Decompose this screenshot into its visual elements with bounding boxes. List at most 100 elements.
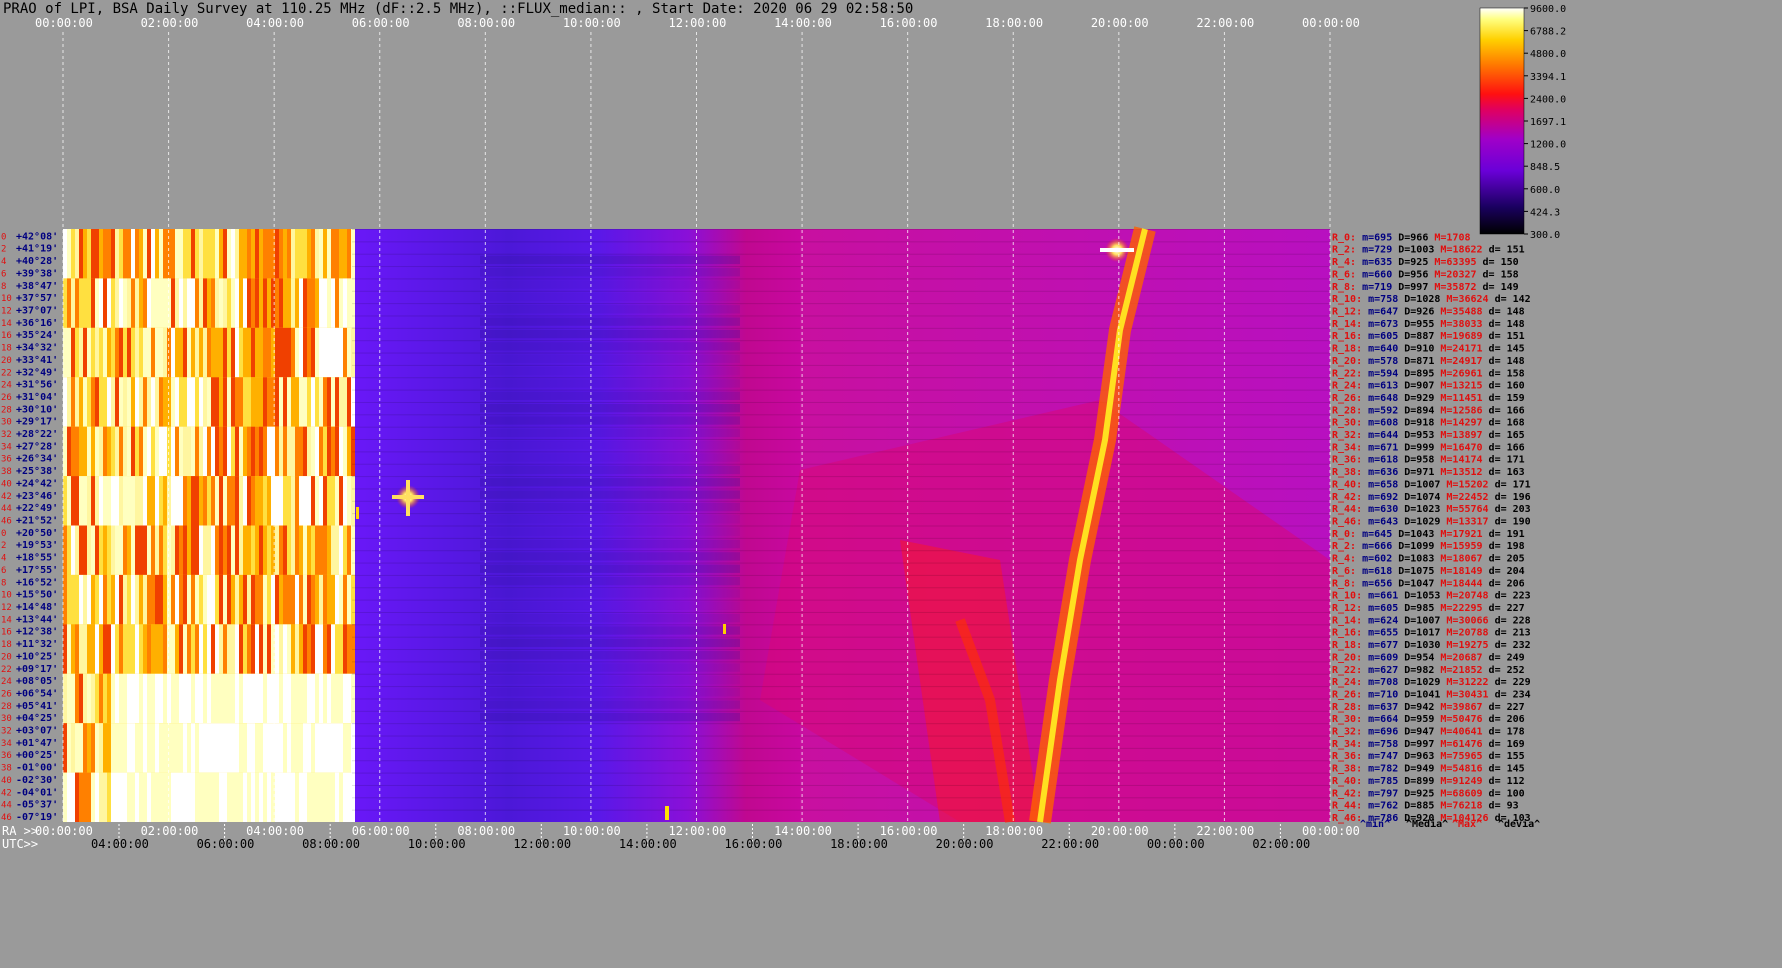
hot-streak bbox=[235, 327, 239, 378]
hot-streak bbox=[211, 327, 215, 378]
hot-streak bbox=[295, 574, 299, 625]
top-axis-tick: 10:00:00 bbox=[563, 16, 621, 30]
hot-streak bbox=[139, 624, 143, 674]
declination-label: -07°19' bbox=[16, 812, 58, 823]
hot-streak bbox=[83, 525, 87, 575]
hot-streak bbox=[135, 673, 139, 724]
hot-streak bbox=[339, 278, 343, 328]
declination-label: +14°48' bbox=[16, 602, 58, 613]
hot-streak bbox=[287, 574, 291, 625]
hot-streak bbox=[183, 476, 187, 526]
utc-axis-tick: 04:00:00 bbox=[91, 837, 149, 851]
hot-streak bbox=[163, 476, 167, 526]
declination-label: +03°07' bbox=[16, 726, 58, 737]
hot-streak bbox=[103, 476, 107, 526]
hot-streak bbox=[95, 673, 99, 724]
hot-streak bbox=[207, 673, 211, 724]
hot-streak bbox=[99, 723, 103, 773]
row-stat: R_44: m=762 D=885 M=76218 d= 93 bbox=[1332, 801, 1519, 812]
hot-streak bbox=[283, 525, 287, 575]
hot-streak bbox=[259, 723, 263, 773]
hot-streak bbox=[175, 229, 179, 279]
hot-streak bbox=[167, 624, 171, 674]
dark-patch bbox=[480, 428, 740, 438]
hot-streak bbox=[163, 377, 167, 427]
hot-streak bbox=[207, 624, 211, 674]
hot-streak bbox=[227, 229, 231, 279]
hot-streak bbox=[295, 624, 299, 674]
hot-streak bbox=[243, 723, 247, 773]
hot-streak bbox=[335, 574, 339, 625]
declination-label: +11°32' bbox=[16, 639, 58, 650]
hot-streak bbox=[243, 772, 247, 822]
hot-streak bbox=[223, 278, 227, 328]
hot-streak bbox=[299, 624, 303, 674]
hot-streak bbox=[183, 772, 187, 822]
hot-streak bbox=[211, 772, 215, 822]
hot-streak bbox=[243, 673, 247, 724]
hot-streak bbox=[159, 278, 163, 328]
hot-streak bbox=[251, 772, 255, 822]
declination-label: +29°17' bbox=[16, 417, 58, 428]
hot-streak bbox=[307, 327, 311, 378]
hot-streak bbox=[347, 426, 351, 477]
declination-label: +38°47' bbox=[16, 281, 58, 292]
hot-streak bbox=[287, 772, 291, 822]
hot-streak bbox=[319, 377, 323, 427]
hot-streak bbox=[159, 229, 163, 279]
hot-streak bbox=[95, 772, 99, 822]
hot-streak bbox=[175, 673, 179, 724]
hot-streak bbox=[347, 377, 351, 427]
hot-streak bbox=[223, 772, 227, 822]
colorbar-label: 848.5 bbox=[1530, 162, 1560, 173]
hot-streak bbox=[239, 229, 243, 279]
hot-streak bbox=[75, 673, 79, 724]
row-index: 14 bbox=[1, 319, 12, 329]
row-stat: R_34: m=671 D=999 M=16470 d= 166 bbox=[1332, 442, 1525, 453]
hot-streak bbox=[299, 278, 303, 328]
hot-streak bbox=[111, 723, 115, 773]
dark-patch bbox=[480, 403, 740, 413]
hot-streak bbox=[267, 229, 271, 279]
hot-streak bbox=[131, 377, 135, 427]
dark-patch bbox=[480, 712, 740, 722]
declination-label: +24°42' bbox=[16, 478, 58, 489]
row-index: 34 bbox=[1, 739, 12, 749]
row-band bbox=[352, 303, 1330, 305]
hot-streak bbox=[323, 624, 327, 674]
hot-streak bbox=[111, 278, 115, 328]
hot-streak bbox=[279, 673, 283, 724]
hot-streak bbox=[319, 229, 323, 279]
row-band bbox=[352, 266, 1330, 268]
hot-streak bbox=[211, 426, 215, 477]
hot-streak bbox=[279, 229, 283, 279]
dark-patch bbox=[480, 329, 740, 339]
hot-streak bbox=[199, 278, 203, 328]
hot-streak bbox=[207, 229, 211, 279]
hot-streak bbox=[91, 377, 95, 427]
row-stat: R_20: m=609 D=954 M=20687 d= 249 bbox=[1332, 652, 1525, 663]
dark-patch bbox=[480, 342, 740, 351]
hot-streak bbox=[115, 426, 119, 477]
hot-streak bbox=[275, 377, 279, 427]
row-index: 28 bbox=[1, 405, 12, 415]
hot-streak bbox=[91, 229, 95, 279]
hot-streak bbox=[195, 327, 199, 378]
dark-patch bbox=[480, 601, 740, 610]
hot-streak bbox=[343, 476, 347, 526]
hot-streak bbox=[155, 426, 159, 477]
hot-streak bbox=[127, 229, 131, 279]
hot-streak bbox=[247, 377, 251, 427]
colorbar-label: 4800.0 bbox=[1530, 49, 1566, 60]
hot-streak bbox=[103, 426, 107, 477]
hot-streak bbox=[275, 723, 279, 773]
hot-streak bbox=[335, 476, 339, 526]
row-index: 6 bbox=[1, 269, 6, 279]
hot-streak bbox=[203, 624, 207, 674]
row-band bbox=[352, 735, 1330, 737]
hot-streak bbox=[295, 278, 299, 328]
hot-streak bbox=[347, 525, 351, 575]
hot-streak bbox=[195, 723, 199, 773]
hot-streak bbox=[67, 723, 71, 773]
hot-streak bbox=[323, 476, 327, 526]
